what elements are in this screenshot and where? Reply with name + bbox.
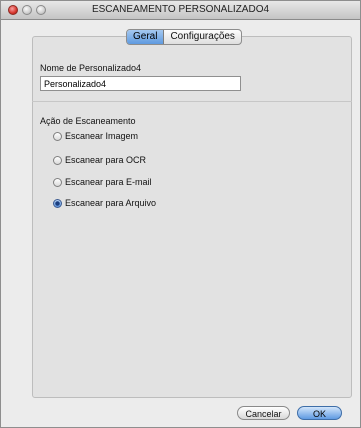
radio-button-icon[interactable] [53,177,62,187]
radio-label: Escanear para E-mail [65,177,152,187]
radio-button-icon[interactable] [53,155,62,165]
name-field-label: Nome de Personalizado4 [40,63,142,73]
radio-button-selected-icon[interactable] [53,198,62,208]
radio-button-icon[interactable] [53,131,62,141]
title-bar[interactable]: ESCANEAMENTO PERSONALIZADO4 [1,1,360,20]
name-field[interactable] [40,76,241,91]
radio-escanear-ocr[interactable]: Escanear para OCR [53,155,146,165]
radio-escanear-arquivo[interactable]: Escanear para Arquivo [53,198,156,208]
radio-label: Escanear para OCR [65,155,147,165]
scan-action-label: Ação de Escaneamento [40,116,136,126]
window-title: ESCANEAMENTO PERSONALIZADO4 [91,4,270,15]
tab-configuracoes[interactable]: Configurações [164,30,240,44]
radio-label: Escanear para Arquivo [65,198,157,208]
ok-button[interactable]: OK [297,406,342,420]
tab-bar: Geral Configurações [126,29,242,45]
tab-geral[interactable]: Geral [127,30,165,44]
divider [32,101,352,102]
radio-escanear-email[interactable]: Escanear para E-mail [53,177,152,187]
cancel-button[interactable]: Cancelar [237,406,290,420]
dialog-window: ESCANEAMENTO PERSONALIZADO4 Geral Config… [0,0,361,428]
radio-escanear-imagem[interactable]: Escanear Imagem [53,131,138,141]
radio-label: Escanear Imagem [65,131,139,141]
